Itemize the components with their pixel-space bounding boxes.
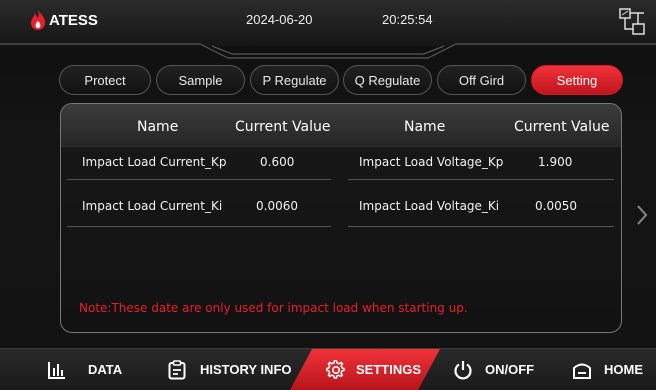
settings-table-panel: Name Current Value Name Current Value Im…: [60, 103, 622, 333]
column-header-name-right: Name: [404, 119, 446, 135]
nav-history-info[interactable]: HISTORY INFO: [168, 349, 292, 390]
nav-settings[interactable]: SETTINGS: [326, 349, 421, 390]
row-divider: [67, 226, 331, 227]
column-header-value-right: Current Value: [514, 119, 610, 135]
tab-setting[interactable]: Setting: [531, 65, 623, 95]
row-divider: [348, 226, 614, 227]
param-name: Impact Load Voltage_Ki: [359, 199, 500, 213]
note-text: Note:These date are only used for impact…: [79, 301, 468, 315]
bar-chart-icon: [48, 361, 65, 379]
tab-off-gird[interactable]: Off Gird: [437, 65, 526, 95]
param-value[interactable]: 0.0060: [256, 199, 298, 213]
brand-logo: ATESS: [30, 10, 98, 30]
row-divider: [348, 179, 614, 180]
network-topology-icon[interactable]: [618, 7, 646, 37]
gear-icon: [326, 359, 345, 379]
param-value[interactable]: 0.0050: [535, 199, 577, 213]
param-name: Impact Load Current_Kp: [82, 155, 227, 169]
home-icon: [573, 363, 591, 379]
nav-label-on-off: ON/OFF: [485, 362, 535, 377]
header-date: 2024-06-20: [246, 12, 313, 27]
row-divider: [67, 179, 331, 180]
param-value[interactable]: 0.600: [260, 155, 294, 169]
screen: ATESS 2024-06-20 20:25:54 Protect Sample…: [0, 0, 656, 390]
brand-name: ATESS: [49, 11, 98, 29]
column-header-name-left: Name: [137, 119, 179, 135]
tab-sample[interactable]: Sample: [156, 65, 245, 95]
nav-on-off[interactable]: ON/OFF: [453, 349, 534, 390]
power-icon: [454, 360, 472, 379]
column-header-value-left: Current Value: [235, 119, 331, 135]
param-name: Impact Load Current_Ki: [82, 199, 223, 213]
nav-label-settings: SETTINGS: [356, 362, 422, 377]
nav-label-data: DATA: [88, 362, 123, 377]
header-time: 20:25:54: [382, 12, 433, 27]
nav-label-home: HOME: [604, 362, 643, 377]
tab-p-regulate[interactable]: P Regulate: [250, 65, 339, 95]
nav-data[interactable]: DATA: [48, 349, 122, 390]
table-header: Name Current Value Name Current Value: [61, 104, 621, 147]
header-decoration: [0, 43, 656, 59]
chevron-right-icon[interactable]: [634, 202, 650, 228]
bottom-nav-bar: DATA HISTORY INFO SETTINGS ON/OFF HOME: [0, 348, 656, 390]
tab-q-regulate[interactable]: Q Regulate: [343, 65, 432, 95]
param-name: Impact Load Voltage_Kp: [359, 155, 504, 169]
nav-label-history-info: HISTORY INFO: [200, 362, 292, 377]
flame-icon: [31, 10, 46, 30]
param-value[interactable]: 1.900: [538, 155, 572, 169]
header-bar: ATESS 2024-06-20 20:25:54: [0, 0, 656, 59]
nav-home[interactable]: HOME: [572, 349, 643, 390]
clipboard-icon: [168, 359, 186, 379]
tab-protect[interactable]: Protect: [59, 65, 151, 95]
